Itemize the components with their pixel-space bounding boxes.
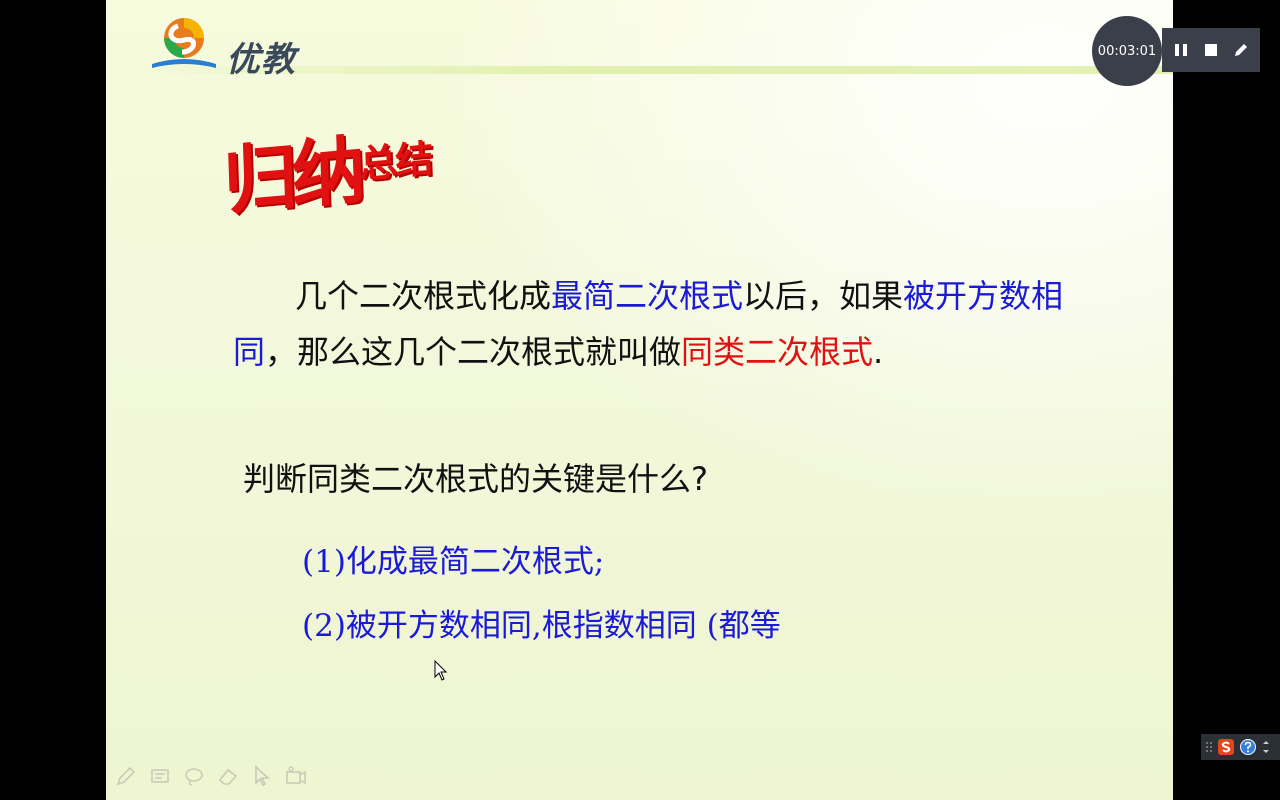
logo-mark-icon (152, 18, 216, 68)
recorder-controls (1162, 28, 1260, 72)
para-seg: . (873, 333, 884, 371)
slide: 优教 归纳总结 几个二次根式化成最简二次根式以后，如果被开方数相同，那么这几个二… (106, 0, 1173, 800)
pause-icon (1175, 44, 1187, 56)
pen-button[interactable] (1230, 39, 1252, 61)
para-seg: 以后，如果 (743, 277, 904, 315)
para-seg: 同类二次根式 (681, 333, 874, 371)
pen-icon[interactable] (114, 764, 138, 788)
answer-2: (2)被开方数相同,根指数相同 (都等 (302, 608, 781, 644)
stop-icon (1205, 44, 1217, 56)
menu-arrow-icon[interactable] (1261, 740, 1271, 754)
mouse-cursor-icon (434, 660, 448, 681)
lasso-icon[interactable] (182, 764, 206, 788)
timer-text: 00:03:01 (1097, 43, 1157, 59)
annotation-toolbar (114, 764, 308, 788)
answer-1: (1)化成最简二次根式; (302, 544, 605, 580)
stop-button[interactable] (1200, 39, 1222, 61)
ime-toolbar (1201, 734, 1280, 760)
question-text: 判断同类二次根式的关键是什么? (243, 460, 708, 498)
para-seg: ，那么这几个二次根式就叫做 (265, 333, 682, 371)
help-icon[interactable] (1239, 738, 1257, 756)
summary-paragraph: 几个二次根式化成最简二次根式以后，如果被开方数相同，那么这几个二次根式就叫做同类… (233, 268, 1073, 380)
slide-title: 归纳总结 (222, 127, 445, 246)
title-small: 总结 (358, 136, 433, 187)
title-big: 归纳 (222, 127, 362, 226)
recording-timer: 00:03:01 (1092, 16, 1162, 86)
pointer-icon[interactable] (250, 764, 274, 788)
para-seg: 几个二次根式化成 (295, 277, 552, 315)
pause-button[interactable] (1170, 39, 1192, 61)
camera-icon[interactable] (284, 764, 308, 788)
highlighter-icon[interactable] (148, 764, 172, 788)
para-seg: 最简二次根式 (551, 277, 744, 315)
sogou-icon[interactable] (1217, 738, 1235, 756)
eraser-icon[interactable] (216, 764, 240, 788)
pen-icon (1235, 44, 1247, 56)
logo: 优教 (148, 14, 308, 80)
grip-icon[interactable] (1205, 740, 1213, 754)
logo-text: 优教 (226, 40, 296, 80)
